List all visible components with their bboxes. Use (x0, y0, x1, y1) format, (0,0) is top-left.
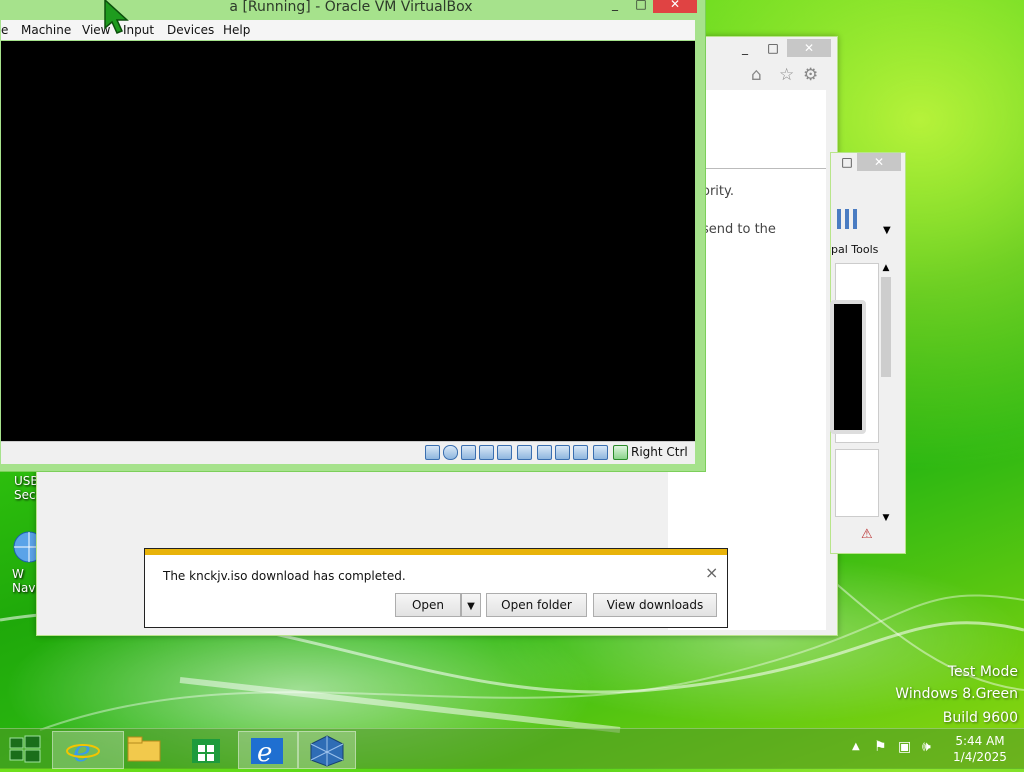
taskbar-ie[interactable]: e (52, 731, 124, 769)
folder-icon (127, 736, 161, 762)
vm-display[interactable] (1, 41, 695, 441)
home-icon[interactable]: ⌂ (751, 65, 762, 85)
store-icon (192, 739, 220, 763)
open-dropdown-button[interactable]: ▼ (461, 593, 481, 617)
hard-disk-icon[interactable] (425, 445, 440, 460)
star-icon[interactable]: ☆ (779, 65, 794, 85)
taskbar-ie-2[interactable]: e (238, 731, 298, 769)
windows-logo-icon (9, 735, 41, 763)
clock-time: 5:44 AM (955, 734, 1005, 748)
vm-preview-screen (830, 300, 866, 434)
shared-folders-icon[interactable] (517, 445, 532, 460)
watermark-test-mode: Test Mode (947, 664, 1018, 680)
notification-stripe (145, 549, 727, 555)
host-key-label: Right Ctrl (631, 445, 688, 459)
page-text-1: ority. (702, 184, 734, 199)
page-text-2: send to the (702, 222, 776, 237)
network-icon[interactable] (479, 445, 494, 460)
scroll-up-icon[interactable]: ▲ (879, 263, 893, 273)
download-notification-bar: The knckjv.iso download has completed. ×… (144, 548, 728, 628)
scroll-thumb[interactable] (881, 277, 891, 377)
open-folder-button[interactable]: Open folder (486, 593, 587, 617)
vbox-maximize-button[interactable]: □ (627, 0, 655, 13)
svg-text:e: e (257, 738, 272, 768)
desktop-icon-usb[interactable]: USB Sec (14, 474, 39, 502)
chevron-down-icon: ▼ (467, 601, 475, 612)
vm-preview-panel (830, 263, 879, 443)
host-key-icon (613, 445, 628, 460)
mouse-integration-icon[interactable] (593, 445, 608, 460)
gear-icon[interactable]: ⚙ (803, 65, 818, 85)
recording-icon[interactable] (555, 445, 570, 460)
cpu-icon[interactable] (573, 445, 588, 460)
content-divider (706, 168, 826, 169)
vbox-close-button[interactable]: ✕ (653, 0, 697, 13)
notification-icon[interactable]: ⚠ (861, 527, 873, 542)
clock-date: 1/4/2025 (953, 750, 1007, 764)
vbox-manager-window: □ ✕ ▼ pal Tools ▲ ▼ ⚠ (830, 152, 906, 554)
internet-explorer-icon: e (66, 734, 100, 769)
vmm-scrollbar[interactable]: ▲ ▼ (879, 263, 893, 523)
audio-icon[interactable] (461, 445, 476, 460)
menu-help[interactable]: Help (223, 23, 250, 37)
network-icon[interactable]: ▣ (898, 739, 911, 755)
vbox-minimize-button[interactable]: _ (601, 0, 629, 13)
display-icon[interactable] (537, 445, 552, 460)
action-center-flag-icon[interactable]: ⚑ (874, 739, 887, 755)
vm-statusbar: Right Ctrl (1, 441, 695, 464)
tools-icon[interactable] (835, 207, 865, 231)
usb-icon[interactable] (497, 445, 512, 460)
show-hidden-icons-icon[interactable]: ▲ (852, 741, 860, 752)
view-downloads-button[interactable]: View downloads (593, 593, 717, 617)
taskbar-file-explorer[interactable] (116, 731, 172, 767)
desktop-icon-usb-label: USB Sec (14, 474, 39, 502)
taskbar-store[interactable] (178, 731, 234, 767)
close-icon[interactable]: × (705, 563, 718, 582)
watermark-build: Build 9600 (942, 710, 1018, 726)
vmm-close-button[interactable]: ✕ (857, 153, 901, 171)
download-message: The knckjv.iso download has completed. (163, 569, 406, 583)
internet-explorer-icon: e (251, 738, 283, 768)
menu-file[interactable]: e (1, 23, 8, 37)
vm-details-panel (835, 449, 879, 517)
menu-devices[interactable]: Devices (167, 23, 214, 37)
watermark-os: Windows 8.Green (895, 686, 1018, 702)
mouse-cursor-icon (104, 0, 129, 34)
clock[interactable]: 5:44 AM 1/4/2025 (948, 733, 1012, 765)
start-button[interactable] (2, 731, 46, 767)
virtualbox-icon (310, 735, 344, 767)
vbox-vm-window: a [Running] - Oracle VM VirtualBox _ □ ✕… (0, 0, 706, 472)
optical-drive-icon[interactable] (443, 445, 458, 460)
taskbar: e e ▲ ⚑ ▣ 🕪 5:44 AM 1/4/2025 (0, 728, 1024, 769)
ie-close-button[interactable]: ✕ (787, 39, 831, 57)
ie-minimize-button[interactable]: _ (731, 39, 759, 57)
taskbar-virtualbox[interactable] (298, 731, 356, 769)
ie-maximize-button[interactable]: □ (759, 39, 787, 57)
menu-machine[interactable]: Machine (21, 23, 71, 37)
chevron-down-icon[interactable]: ▼ (883, 225, 891, 236)
svg-text:e: e (73, 734, 91, 768)
global-tools-label: pal Tools (831, 243, 879, 256)
scroll-down-icon[interactable]: ▼ (879, 513, 893, 523)
open-button[interactable]: Open (395, 593, 461, 617)
volume-icon[interactable]: 🕪 (922, 739, 931, 755)
